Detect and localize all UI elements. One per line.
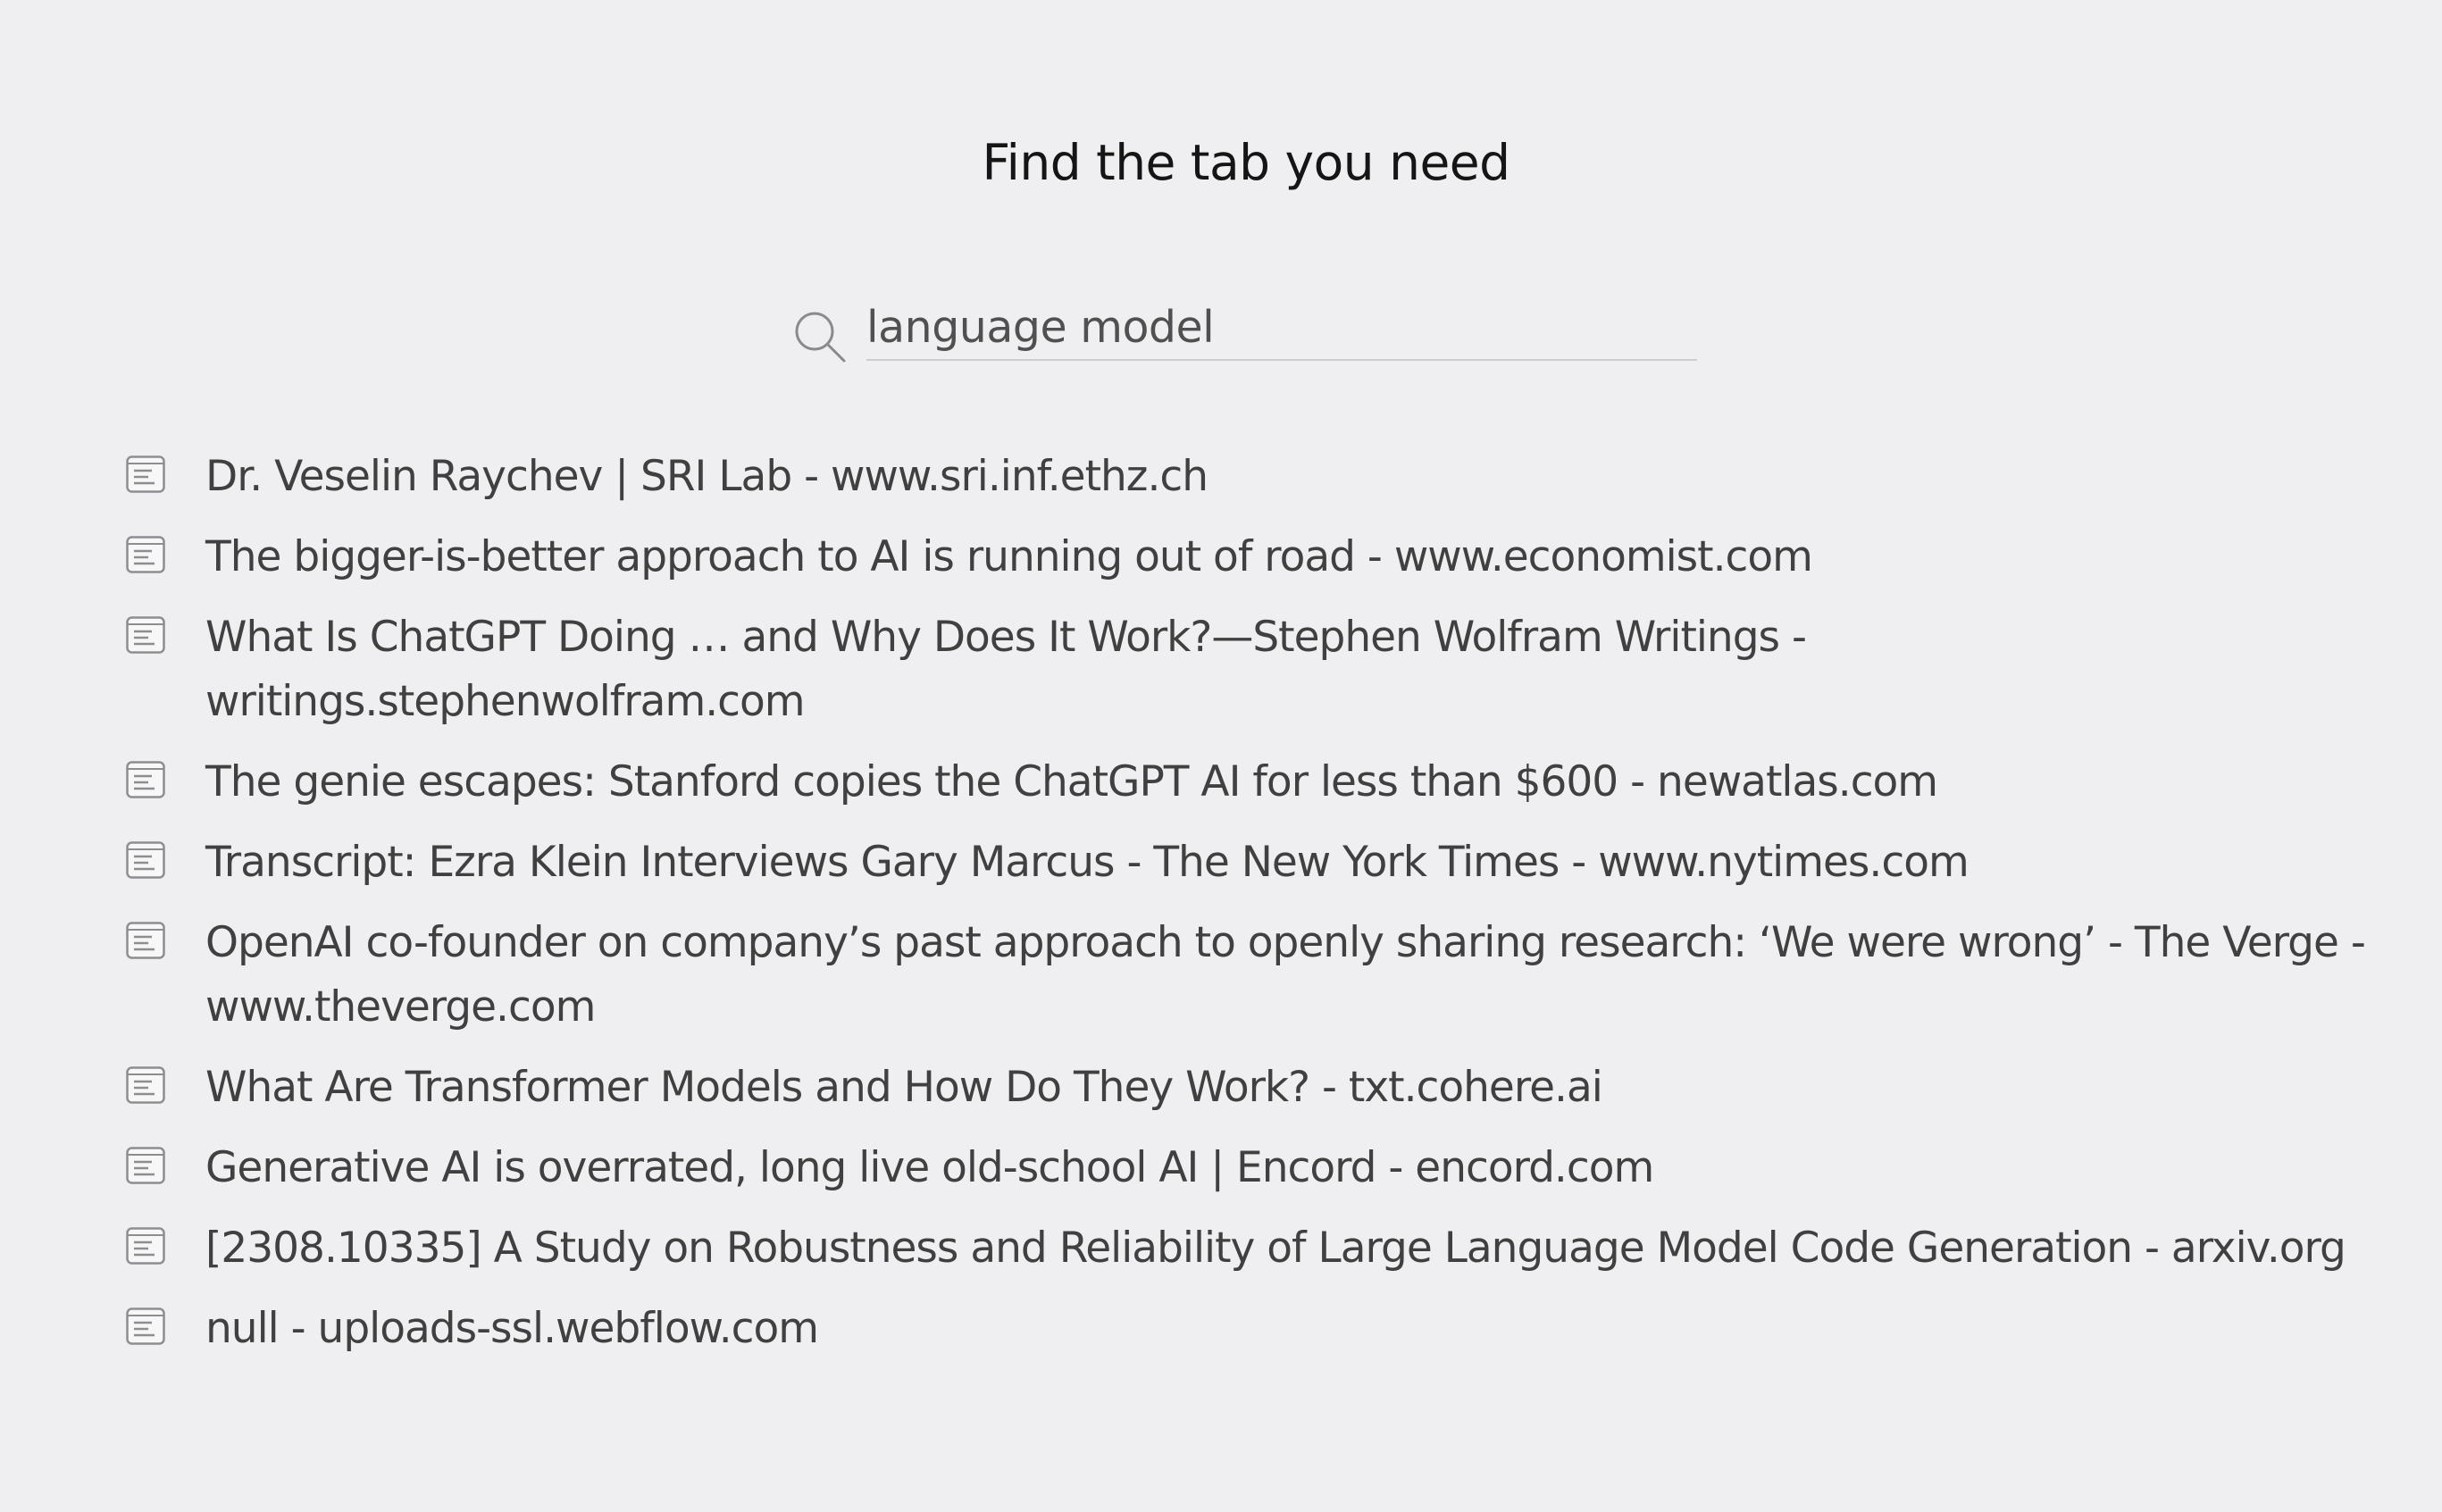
tab-result-title: Transcript: Ezra Klein Interviews Gary M… (205, 838, 1969, 887)
tab-page-icon (126, 841, 165, 879)
tab-results-list: Dr. Veselin Raychev | SRI Lab - www.sri.… (125, 445, 2412, 1377)
tab-result-item[interactable]: Generative AI is overrated, long live ol… (125, 1136, 2412, 1200)
tab-result-title: [2308.10335] A Study on Robustness and R… (205, 1224, 2346, 1273)
tab-page-icon (126, 1227, 165, 1265)
tab-result-item[interactable]: What Is ChatGPT Doing … and Why Does It … (125, 606, 2412, 734)
tab-result-item[interactable]: What Are Transformer Models and How Do T… (125, 1056, 2412, 1120)
tab-result-item[interactable]: null - uploads-ssl.webflow.com (125, 1297, 2412, 1361)
page-title: Find the tab you need (982, 134, 1510, 191)
tab-page-icon (126, 616, 165, 654)
tab-result-item[interactable]: Dr. Veselin Raychev | SRI Lab - www.sri.… (125, 445, 2412, 509)
search-icon (795, 312, 846, 363)
tab-page-icon (126, 1147, 165, 1184)
tab-result-title: What Are Transformer Models and How Do T… (205, 1063, 1603, 1112)
tab-page-icon (126, 536, 165, 573)
tab-page-icon (126, 761, 165, 798)
search-input[interactable] (866, 295, 1697, 361)
tab-result-title: What Is ChatGPT Doing … and Why Does It … (205, 613, 1807, 726)
tab-result-title: The genie escapes: Stanford copies the C… (205, 757, 1938, 806)
tab-page-icon (126, 1307, 165, 1345)
tab-page-icon (126, 1066, 165, 1104)
tab-result-title: Dr. Veselin Raychev | SRI Lab - www.sri.… (205, 452, 1208, 501)
tab-result-title: null - uploads-ssl.webflow.com (205, 1304, 819, 1353)
search-bar (790, 295, 1697, 366)
tab-result-title: Generative AI is overrated, long live ol… (205, 1143, 1654, 1192)
tab-result-item[interactable]: [2308.10335] A Study on Robustness and R… (125, 1216, 2412, 1281)
tab-page-icon (126, 455, 165, 493)
tab-result-title: The bigger-is-better approach to AI is r… (205, 532, 1813, 581)
tab-result-item[interactable]: OpenAI co-founder on company’s past appr… (125, 911, 2412, 1040)
tab-result-item[interactable]: The genie escapes: Stanford copies the C… (125, 750, 2412, 814)
tab-page-icon (126, 922, 165, 959)
tab-result-item[interactable]: The bigger-is-better approach to AI is r… (125, 525, 2412, 589)
tab-result-title: OpenAI co-founder on company’s past appr… (205, 918, 2366, 1032)
tab-result-item[interactable]: Transcript: Ezra Klein Interviews Gary M… (125, 831, 2412, 895)
